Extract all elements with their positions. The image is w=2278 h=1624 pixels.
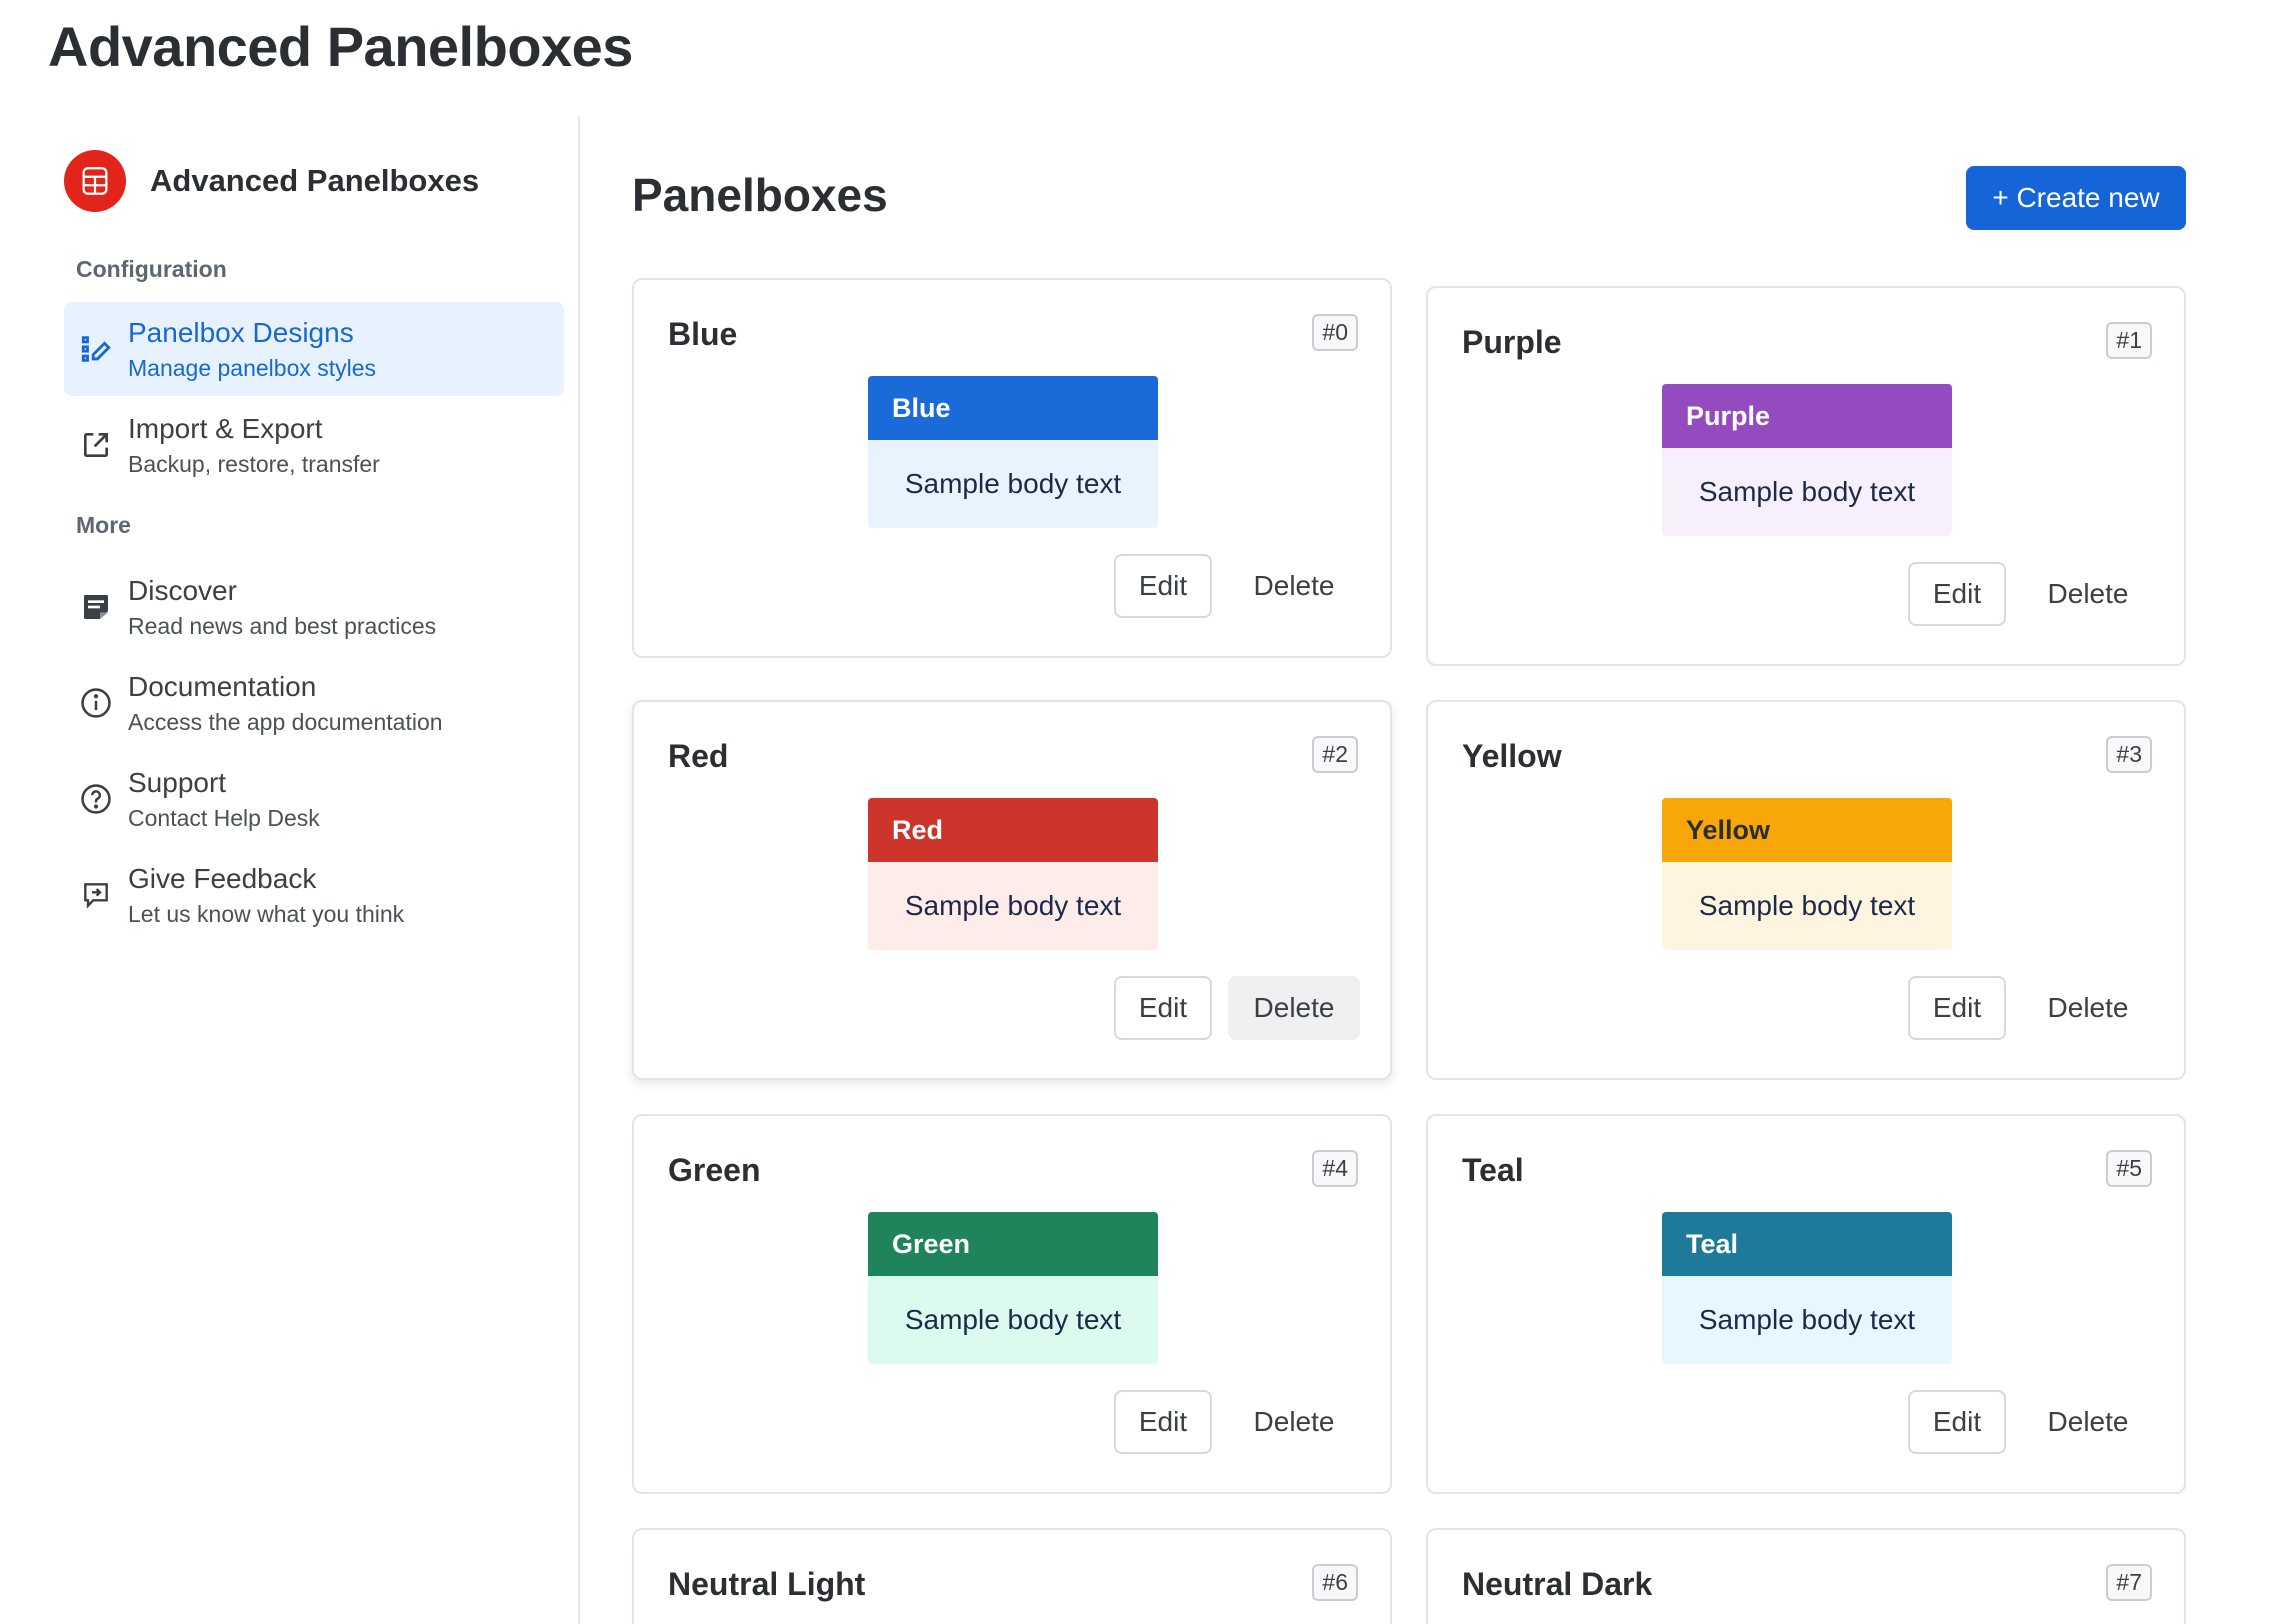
delete-button[interactable]: Delete (1228, 554, 1360, 618)
edit-button[interactable]: Edit (1908, 976, 2006, 1040)
panelbox-preview: Green Sample body text (868, 1212, 1158, 1364)
sidebar-item-title: Panelbox Designs (128, 317, 354, 348)
panelbox-name: Blue (668, 316, 738, 352)
preview-header: Green (868, 1212, 1158, 1276)
sidebar-item-subtitle: Manage panelbox styles (128, 355, 377, 381)
edit-button[interactable]: Edit (1114, 554, 1212, 618)
section-label-more: More (76, 512, 131, 538)
sidebar-item-give-feedback[interactable]: Give Feedback Let us know what you think (64, 848, 564, 942)
sidebar-item-documentation[interactable]: Documentation Access the app documentati… (64, 656, 564, 750)
feedback-icon (64, 879, 128, 911)
sidebar-item-subtitle: Contact Help Desk (128, 805, 320, 831)
design-edit-icon (64, 332, 128, 366)
sidebar-item-title: Support (128, 767, 227, 798)
page-title: Advanced Panelboxes (48, 15, 633, 78)
preview-header: Yellow (1662, 798, 1952, 862)
panelbox-name: Teal (1462, 1152, 1524, 1188)
sidebar-item-title: Discover (128, 575, 237, 606)
external-link-icon (64, 429, 128, 461)
preview-body: Sample body text (868, 440, 1158, 528)
panelbox-preview: Yellow Sample body text (1662, 798, 1952, 950)
info-icon (64, 686, 128, 720)
sidebar-item-subtitle: Let us know what you think (128, 901, 405, 927)
delete-button[interactable]: Delete (2022, 1390, 2154, 1454)
panelbox-name: Neutral Dark (1462, 1566, 1653, 1602)
preview-body: Sample body text (1662, 862, 1952, 950)
panelbox-id-badge: #1 (2106, 322, 2152, 359)
panelbox-id-badge: #3 (2106, 736, 2152, 773)
brand: Advanced Panelboxes (64, 150, 479, 212)
panelbox-card-neutral-light: Neutral Light #6 (632, 1528, 1392, 1624)
help-icon (64, 782, 128, 816)
sidebar-item-subtitle: Access the app documentation (128, 709, 443, 735)
delete-button[interactable]: Delete (1228, 1390, 1360, 1454)
preview-body: Sample body text (868, 1276, 1158, 1364)
sidebar-item-discover[interactable]: Discover Read news and best practices (64, 560, 564, 654)
edit-button[interactable]: Edit (1908, 562, 2006, 626)
preview-header: Purple (1662, 384, 1952, 448)
brand-name: Advanced Panelboxes (150, 163, 480, 198)
panelbox-name: Yellow (1462, 738, 1562, 774)
sidebar-item-subtitle: Backup, restore, transfer (128, 451, 380, 477)
delete-button[interactable]: Delete (2022, 562, 2154, 626)
panelbox-card-purple: Purple #1 Purple Sample body text Edit D… (1426, 286, 2186, 666)
panelbox-id-badge: #7 (2106, 1564, 2152, 1601)
panelbox-name: Purple (1462, 324, 1562, 360)
panelbox-card-green: Green #4 Green Sample body text Edit Del… (632, 1114, 1392, 1494)
panelbox-id-badge: #4 (1312, 1150, 1358, 1187)
preview-header: Blue (868, 376, 1158, 440)
panelbox-card-red: Red #2 Red Sample body text Edit Delete (632, 700, 1392, 1080)
create-new-button[interactable]: + Create new (1966, 166, 2186, 230)
edit-button[interactable]: Edit (1114, 1390, 1212, 1454)
delete-button[interactable]: Delete (2022, 976, 2154, 1040)
preview-body: Sample body text (868, 862, 1158, 950)
main-title: Panelboxes (632, 169, 888, 221)
sidebar-item-panelbox-designs[interactable]: Panelbox Designs Manage panelbox styles (64, 302, 564, 396)
panelbox-card-neutral-dark: Neutral Dark #7 (1426, 1528, 2186, 1624)
preview-body: Sample body text (1662, 448, 1952, 536)
sidebar-item-title: Give Feedback (128, 863, 317, 894)
panelbox-id-badge: #5 (2106, 1150, 2152, 1187)
panelbox-card-yellow: Yellow #3 Yellow Sample body text Edit D… (1426, 700, 2186, 1080)
panelbox-name: Neutral Light (668, 1566, 866, 1602)
panelbox-name: Green (668, 1152, 761, 1188)
delete-button[interactable]: Delete (1228, 976, 1360, 1040)
sidebar-item-subtitle: Read news and best practices (128, 613, 437, 639)
sidebar-item-title: Import & Export (128, 413, 323, 444)
panelbox-logo-icon (64, 150, 126, 212)
section-label-configuration: Configuration (76, 256, 227, 282)
panelbox-id-badge: #2 (1312, 736, 1358, 773)
panelbox-id-badge: #0 (1312, 314, 1358, 351)
panelbox-preview: Teal Sample body text (1662, 1212, 1952, 1364)
panelbox-preview: Red Sample body text (868, 798, 1158, 950)
edit-button[interactable]: Edit (1114, 976, 1212, 1040)
edit-button[interactable]: Edit (1908, 1390, 2006, 1454)
panelbox-card-teal: Teal #5 Teal Sample body text Edit Delet… (1426, 1114, 2186, 1494)
panelbox-preview: Blue Sample body text (868, 376, 1158, 528)
panelbox-id-badge: #6 (1312, 1564, 1358, 1601)
panelbox-name: Red (668, 738, 729, 774)
news-icon (64, 591, 128, 623)
preview-header: Teal (1662, 1212, 1952, 1276)
sidebar: Advanced Panelboxes Configuration Panelb… (0, 116, 580, 1624)
panelbox-card-blue: Blue #0 Blue Sample body text Edit Delet… (632, 278, 1392, 658)
sidebar-item-title: Documentation (128, 671, 317, 702)
preview-body: Sample body text (1662, 1276, 1952, 1364)
panelbox-preview: Purple Sample body text (1662, 384, 1952, 536)
sidebar-item-support[interactable]: Support Contact Help Desk (64, 752, 564, 846)
preview-header: Red (868, 798, 1158, 862)
sidebar-item-import-export[interactable]: Import & Export Backup, restore, transfe… (64, 398, 564, 492)
